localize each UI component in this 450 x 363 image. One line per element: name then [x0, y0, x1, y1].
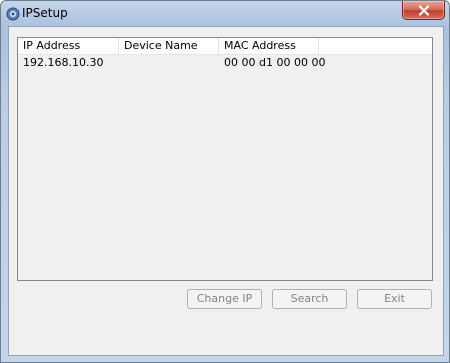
change-ip-button[interactable]: Change IP [187, 289, 262, 309]
list-header: IP Address Device Name MAC Address [18, 38, 432, 55]
device-list[interactable]: IP Address Device Name MAC Address 192.1… [17, 37, 433, 281]
title-bar[interactable]: IPSetup [1, 1, 449, 26]
ip-address-cell: 192.168.10.30 [23, 56, 104, 69]
device-name-cell [119, 55, 124, 71]
column-header-ip-address[interactable]: IP Address [18, 38, 119, 54]
close-icon [418, 4, 430, 16]
column-header-filler [319, 38, 432, 54]
search-button[interactable]: Search [272, 289, 347, 309]
window-title: IPSetup [22, 6, 68, 20]
close-button[interactable] [402, 1, 445, 20]
column-header-mac-address[interactable]: MAC Address [219, 38, 319, 54]
exit-button[interactable]: Exit [357, 289, 432, 309]
ipsetup-window: IPSetup IP Address Device Name MAC Addre… [0, 0, 450, 363]
ipsetup-app-icon[interactable] [6, 6, 20, 21]
mac-address-cell: 00 00 d1 00 00 00 [224, 56, 326, 69]
client-area: IP Address Device Name MAC Address 192.1… [8, 26, 444, 356]
list-item[interactable]: 192.168.10.30 00 00 d1 00 00 00 [18, 55, 432, 71]
column-header-device-name[interactable]: Device Name [119, 38, 219, 54]
